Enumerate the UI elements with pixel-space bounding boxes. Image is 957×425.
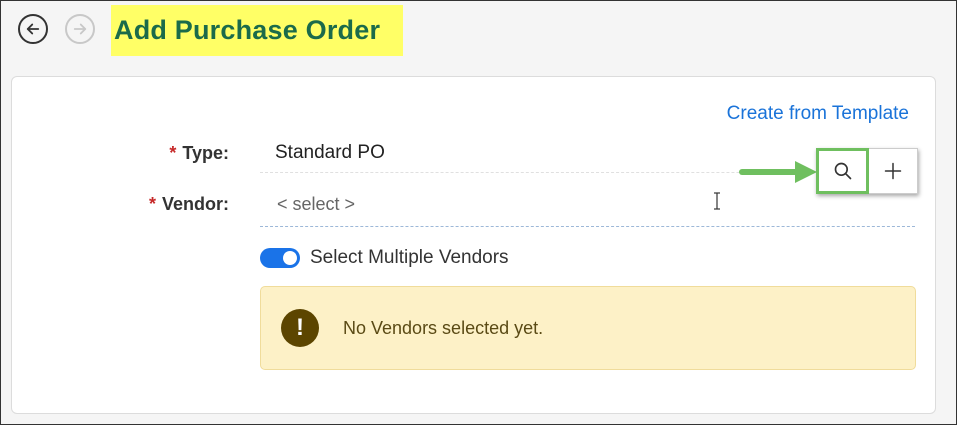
- page-title: Add Purchase Order: [114, 15, 381, 45]
- create-from-template-link[interactable]: Create from Template: [727, 103, 909, 125]
- type-label-text: Type:: [182, 143, 229, 163]
- multi-vendor-label: Select Multiple Vendors: [310, 247, 509, 268]
- warning-icon: !: [281, 309, 319, 347]
- vendor-action-buttons: [816, 148, 918, 194]
- vendor-label-text: Vendor:: [161, 194, 229, 214]
- alert-message: No Vendors selected yet.: [343, 317, 544, 338]
- add-vendor-button[interactable]: [869, 148, 918, 194]
- arrow-left-icon: [26, 23, 40, 35]
- vendor-search-button[interactable]: [816, 148, 869, 194]
- plus-icon: [884, 162, 902, 180]
- no-vendors-alert: ! No Vendors selected yet.: [260, 286, 916, 370]
- required-mark: *: [148, 194, 156, 214]
- forward-button[interactable]: [65, 14, 95, 44]
- text-cursor-icon: [714, 192, 720, 210]
- required-mark: *: [169, 143, 177, 163]
- page-title-highlight: Add Purchase Order: [111, 5, 403, 56]
- type-label: * Type:: [169, 143, 229, 164]
- purchase-order-form: Create from Template * Type: Standard PO …: [11, 76, 936, 414]
- vendor-label: * Vendor:: [149, 194, 229, 215]
- arrow-right-icon: [73, 23, 87, 35]
- multi-vendor-toggle-row: Select Multiple Vendors: [260, 245, 509, 271]
- back-button[interactable]: [18, 14, 48, 44]
- search-icon: [834, 162, 851, 180]
- annotation-arrow-icon: [739, 161, 817, 183]
- multi-vendor-toggle[interactable]: [260, 248, 300, 268]
